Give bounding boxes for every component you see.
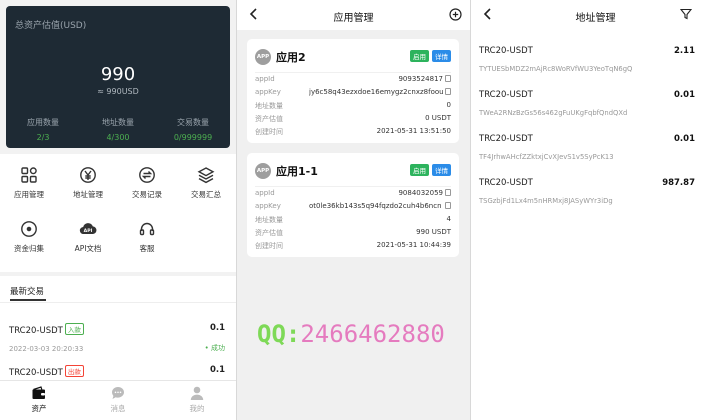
divider (0, 302, 236, 303)
app-card[interactable]: APP 应用1-1 启用 详情 appId 9084032059 appKey … (247, 153, 459, 257)
stat-address-count: 地址数量 4/300 (102, 118, 134, 142)
stat-app-count: 应用数量 2/3 (27, 118, 59, 142)
detail-button[interactable]: 详情 (432, 164, 451, 176)
asset-summary-card: 总资产估值(USD) 990 ≈ 990USD 应用数量 2/3 地址数量 4/… (6, 6, 230, 148)
exchange-icon (139, 167, 155, 183)
transaction-time: 2022-03-03 20:20:33 (9, 345, 84, 353)
tab-assets[interactable]: 资产 (0, 385, 78, 414)
wallet-icon (32, 386, 45, 399)
deposit-tag: 入款 (64, 323, 84, 335)
status-badge: • 成功 (204, 344, 225, 352)
cloud-api-icon: API (79, 223, 97, 234)
app-card[interactable]: APP 应用2 启用 详情 appId 9093524817 appKey jy… (247, 39, 459, 143)
page-title: 应用管理 (333, 13, 374, 24)
enabled-badge[interactable]: 启用 (410, 164, 429, 176)
latest-transactions-title: 最新交易 (10, 287, 45, 297)
chat-icon (111, 387, 124, 399)
layers-icon (197, 167, 215, 184)
wallet-home-screen: 总资产估值(USD) 990 ≈ 990USD 应用数量 2/3 地址数量 4/… (0, 0, 236, 420)
app-icon: APP (255, 49, 271, 65)
address-balance: 0.01 (674, 90, 695, 100)
app-name: 应用1-1 (276, 165, 318, 178)
copy-icon[interactable] (445, 202, 451, 209)
address-balance: 987.87 (662, 178, 695, 188)
user-icon (190, 386, 204, 400)
address-item[interactable]: TRC20-USDT 987.87 TSGzbjFd1Lx4m5nHRMxj8J… (479, 178, 695, 205)
latest-transactions: 最新交易 TRC20-USDT 入款 0.1 2022-03-03 20:20:3… (0, 276, 236, 380)
menu-api-docs[interactable]: API API文档 (59, 220, 117, 254)
tab-profile[interactable]: 我的 (158, 385, 236, 414)
enabled-badge[interactable]: 启用 (410, 50, 429, 62)
menu-app-management[interactable]: 应用管理 (0, 166, 58, 200)
withdraw-tag: 出款 (64, 365, 84, 377)
address-item[interactable]: TRC20-USDT 2.11 TYTUESbMDZ2mAjRc8WoRVfWU… (479, 46, 695, 73)
filter-icon[interactable] (680, 8, 692, 20)
headset-icon (139, 222, 155, 236)
menu-transaction-records[interactable]: 交易记录 (118, 166, 176, 200)
address-management-header: 地址管理 (471, 0, 720, 30)
grid-icon (21, 167, 37, 183)
add-circle-icon[interactable] (449, 8, 462, 21)
app-management-screen: 应用管理 APP 应用2 启用 详情 appId 9093524817 appK… (237, 0, 470, 420)
copy-icon[interactable] (445, 189, 451, 196)
coin-icon (21, 221, 37, 237)
contact-watermark: QQ:2466462880 (257, 320, 445, 348)
transaction-amount: 0.1 (209, 365, 225, 375)
bottom-tab-bar: 资产 消息 我的 (0, 380, 236, 420)
transaction-row[interactable]: TRC20-USDT 出款 0.1 (9, 365, 225, 378)
total-asset-label: 总资产估值(USD) (15, 21, 87, 31)
address-token: TRC20-USDT (479, 46, 533, 56)
address-balance: 2.11 (674, 46, 695, 56)
divider (255, 72, 451, 73)
app-icon: APP (255, 163, 271, 179)
tab-underline (10, 299, 46, 301)
svg-text:API: API (84, 228, 93, 234)
address-string: TYTUESbMDZ2mAjRc8WoRVfWU3YeoTqN6gQ (479, 65, 633, 73)
transaction-row[interactable]: TRC20-USDT 入款 0.1 2022-03-03 20:20:33 • 成… (9, 323, 225, 353)
address-string: TSGzbjFd1Lx4m5nHRMxj8JASyWYr3iDg (479, 197, 613, 205)
copy-icon[interactable] (445, 88, 451, 95)
address-token: TRC20-USDT (479, 134, 533, 144)
total-asset-value: 990 (100, 64, 136, 85)
copy-icon[interactable] (445, 75, 451, 82)
feature-menu: 应用管理 地址管理 交易记录 交易汇总 资金归集 API API文档 客服 (0, 154, 236, 272)
divider (255, 186, 451, 187)
address-token: TRC20-USDT (479, 90, 533, 100)
app-management-header: 应用管理 (237, 0, 470, 30)
address-string: TF4JrhwAHcfZZktxjCvXJevS1v5SyPcK13 (479, 153, 614, 161)
address-balance: 0.01 (674, 134, 695, 144)
menu-address-management[interactable]: 地址管理 (59, 166, 117, 200)
address-item[interactable]: TRC20-USDT 0.01 TWeA2RNzBzGs56s462gFuUKg… (479, 90, 695, 117)
address-management-screen: 地址管理 TRC20-USDT 2.11 TYTUESbMDZ2mAjRc8Wo… (471, 0, 720, 420)
menu-customer-service[interactable]: 客服 (118, 220, 176, 254)
transaction-amount: 0.1 (209, 323, 225, 333)
total-asset-approx: ≈ 990USD (97, 87, 139, 96)
detail-button[interactable]: 详情 (432, 50, 451, 62)
menu-fund-collection[interactable]: 资金归集 (0, 220, 58, 254)
tab-messages[interactable]: 消息 (79, 385, 157, 414)
app-name: 应用2 (276, 51, 306, 64)
address-string: TWeA2RNzBzGs56s462gFuUKgFqbfQndQXd (479, 109, 628, 117)
yen-icon (80, 167, 96, 183)
stat-tx-count: 交易数量 0/999999 (173, 118, 213, 142)
address-item[interactable]: TRC20-USDT 0.01 TF4JrhwAHcfZZktxjCvXJevS… (479, 134, 695, 161)
menu-transaction-summary[interactable]: 交易汇总 (177, 166, 235, 200)
